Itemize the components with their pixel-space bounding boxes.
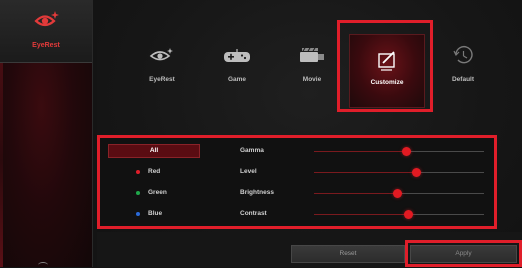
restore-clock-icon xyxy=(453,45,473,64)
sidebar-item-eyerest[interactable]: EyeRest xyxy=(0,0,92,63)
mode-label: Default xyxy=(451,76,475,83)
sidebar: EyeRest xyxy=(0,0,93,267)
gamepad-icon xyxy=(224,49,250,62)
mode-label: EyeRest xyxy=(149,76,175,83)
eye-sparkle-icon xyxy=(34,11,59,27)
reset-button[interactable]: Reset xyxy=(291,245,405,263)
mode-label: Movie xyxy=(302,76,322,83)
eye-sparkle-icon xyxy=(149,48,173,61)
movie-icon xyxy=(300,47,324,62)
mode-default[interactable]: Default xyxy=(430,30,496,100)
sidebar-bottom-mark xyxy=(38,262,48,268)
highlight-box-apply xyxy=(405,240,522,267)
sidebar-item-label: EyeRest xyxy=(32,42,60,49)
highlight-box-panel xyxy=(97,135,497,229)
highlight-box-mode xyxy=(337,20,433,112)
mode-movie[interactable]: Movie xyxy=(279,30,345,100)
mode-game[interactable]: Game xyxy=(204,30,270,100)
mode-label: Game xyxy=(227,76,247,83)
mode-eyerest[interactable]: EyeRest xyxy=(129,30,195,100)
